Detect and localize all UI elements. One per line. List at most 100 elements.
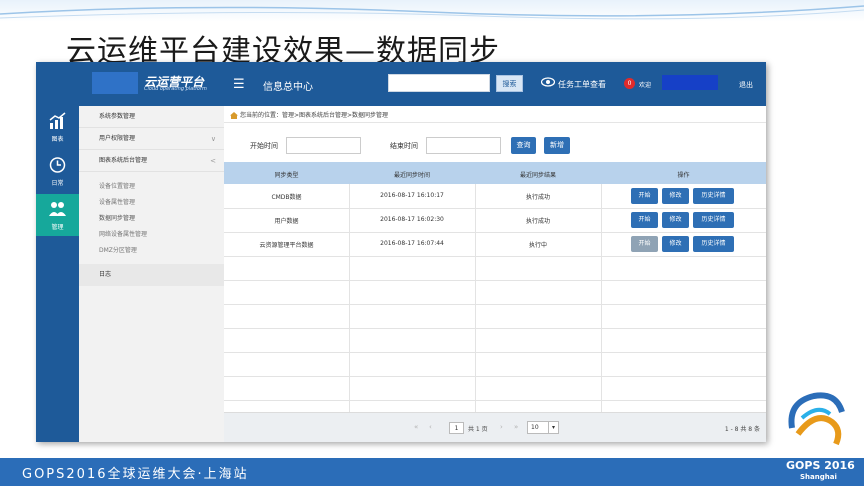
clock-icon (49, 157, 66, 173)
start-time-label: 开始时间 (250, 142, 278, 150)
cell-sync-type: 用户数据 (274, 218, 299, 225)
tree-item-user-permissions[interactable]: 用户权限管理 ∨ (79, 128, 224, 150)
main-content: 您当前的位置：管理>图表系统后台管理>数据同步管理 开始时间 结束时间 查询 新… (224, 106, 766, 442)
grid-line (224, 232, 766, 233)
cell-sync-type: 云资源管理平台数据 (259, 242, 314, 249)
menu-toggle-icon[interactable]: ☰ (233, 77, 245, 92)
gops-logo-name: GOPS 2016 (786, 459, 855, 472)
users-icon (49, 202, 66, 216)
nav-label: 管理 (51, 224, 64, 231)
history-button[interactable]: 历史详情 (693, 236, 734, 252)
breadcrumb: 您当前的位置：管理>图表系统后台管理>数据同步管理 (230, 110, 388, 119)
start-button[interactable]: 开始 (631, 212, 658, 228)
grid-line (224, 304, 766, 305)
search-button[interactable]: 搜索 (496, 75, 523, 92)
tree-item-label: 系统参数管理 (99, 113, 136, 120)
query-button[interactable]: 查询 (511, 137, 536, 154)
top-bar: 云运营平台 Cloud operating platform ☰ 信息总中心 搜… (36, 62, 766, 106)
page-number-input[interactable]: 1 (449, 422, 464, 434)
tree-sub-network-device-attributes[interactable]: 网络设备属性管理 (99, 229, 147, 238)
edit-button[interactable]: 修改 (662, 188, 689, 204)
welcome-label: 欢迎 (639, 82, 652, 89)
slide-top-decoration (0, 0, 864, 22)
chevron-left-icon: < (210, 157, 216, 165)
cell-sync-result: 执行成功 (525, 218, 550, 225)
grid-line (224, 328, 766, 329)
grid-line (224, 352, 766, 353)
start-time-input[interactable] (286, 137, 361, 154)
logout-link[interactable]: 退出 (739, 80, 753, 90)
end-time-input[interactable] (426, 137, 501, 154)
cell-sync-result: 执行中 (528, 242, 547, 249)
tree-item-system-params[interactable]: 系统参数管理 (79, 106, 224, 128)
next-page-button[interactable]: › (500, 423, 503, 431)
task-order-link[interactable]: 任务工单查看 (558, 79, 606, 90)
tree-menu: 系统参数管理 用户权限管理 ∨ 图表系统后台管理 < 设备位置管理 设备属性管理… (79, 106, 224, 442)
grid-line (601, 184, 602, 412)
chevron-down-icon: ∨ (210, 135, 216, 143)
nav-label: 日常 (51, 180, 64, 187)
breadcrumb-text: 您当前的位置：管理>图表系统后台管理>数据同步管理 (240, 112, 389, 119)
eye-icon[interactable] (541, 77, 555, 87)
column-header-last-sync-result: 最近同步结果 (519, 172, 556, 179)
start-button-disabled[interactable]: 开始 (631, 236, 658, 252)
cell-sync-result: 执行成功 (525, 194, 550, 201)
first-page-button[interactable]: « (414, 423, 418, 431)
cell-sync-time: 2016-08-17 16:10:17 (380, 192, 444, 199)
app-window: 云运营平台 Cloud operating platform ☰ 信息总中心 搜… (36, 62, 766, 442)
tree-item-label: 用户权限管理 (99, 135, 136, 142)
logo-mark (92, 72, 138, 94)
icon-sidebar: 图表 日常 管理 (36, 106, 79, 442)
grid-line (224, 280, 766, 281)
last-page-button[interactable]: » (514, 423, 518, 431)
edit-button[interactable]: 修改 (662, 236, 689, 252)
tree-sub-device-location[interactable]: 设备位置管理 (99, 181, 135, 190)
tree-item-label: 图表系统后台管理 (99, 157, 148, 164)
home-icon (230, 112, 238, 119)
module-title: 信息总中心 (263, 82, 313, 93)
app-logo: 云运营平台 Cloud operating platform (92, 72, 232, 94)
tree-sub-device-attributes[interactable]: 设备属性管理 (99, 197, 135, 206)
gops-logo-city: Shanghai (800, 473, 837, 481)
page-size-select[interactable]: 10 ▾ (527, 421, 559, 434)
username-redacted (662, 75, 718, 90)
gops-logo-icon (788, 392, 845, 446)
nav-daily[interactable]: 日常 (36, 150, 79, 192)
nav-label: 图表 (51, 136, 64, 143)
banner-text: GOPS2016全球运维大会·上海站 (22, 467, 249, 482)
grid-line (224, 376, 766, 377)
tree-item-log[interactable]: 日志 (79, 264, 224, 286)
divider (224, 122, 766, 123)
nav-manage[interactable]: 管理 (36, 194, 79, 236)
grid-line (224, 256, 766, 257)
search-input[interactable] (388, 74, 490, 92)
footer-banner: GOPS2016全球运维大会·上海站 (0, 458, 864, 486)
history-button[interactable]: 历史详情 (693, 212, 734, 228)
wave-decoration (0, 5, 864, 20)
record-range: 1 - 8 共 8 条 (724, 426, 760, 433)
prev-page-button[interactable]: ‹ (429, 423, 432, 431)
nav-charts[interactable]: 图表 (36, 106, 79, 148)
grid-line (224, 208, 766, 209)
tree-sub-dmz-zone[interactable]: DMZ分区管理 (99, 245, 137, 254)
history-button[interactable]: 历史详情 (693, 188, 734, 204)
cell-sync-type: CMDB数据 (271, 194, 302, 201)
page-size-value: 10 (531, 424, 539, 431)
edit-button[interactable]: 修改 (662, 212, 689, 228)
total-pages: 共 1 页 (468, 426, 488, 433)
table-header: 同步类型 最近同步时间 最近同步结果 操作 (224, 162, 766, 184)
column-header-last-sync-time: 最近同步时间 (393, 172, 430, 179)
chevron-down-icon: ▾ (548, 422, 558, 433)
column-header-actions: 操作 (677, 172, 690, 179)
notification-badge[interactable]: 0 (624, 78, 635, 89)
add-button[interactable]: 新增 (544, 137, 570, 154)
tree-sub-data-sync[interactable]: 数据同步管理 (99, 213, 135, 222)
cell-sync-time: 2016-08-17 16:02:30 (380, 216, 444, 223)
column-header-sync-type: 同步类型 (274, 172, 299, 179)
start-button[interactable]: 开始 (631, 188, 658, 204)
grid-line (224, 400, 766, 401)
end-time-label: 结束时间 (390, 142, 418, 150)
pagination-bar: « ‹ 1 共 1 页 › » 10 ▾ 1 - 8 共 8 条 (224, 412, 766, 442)
tree-item-chart-admin[interactable]: 图表系统后台管理 < (79, 150, 224, 172)
chart-icon (49, 112, 66, 129)
